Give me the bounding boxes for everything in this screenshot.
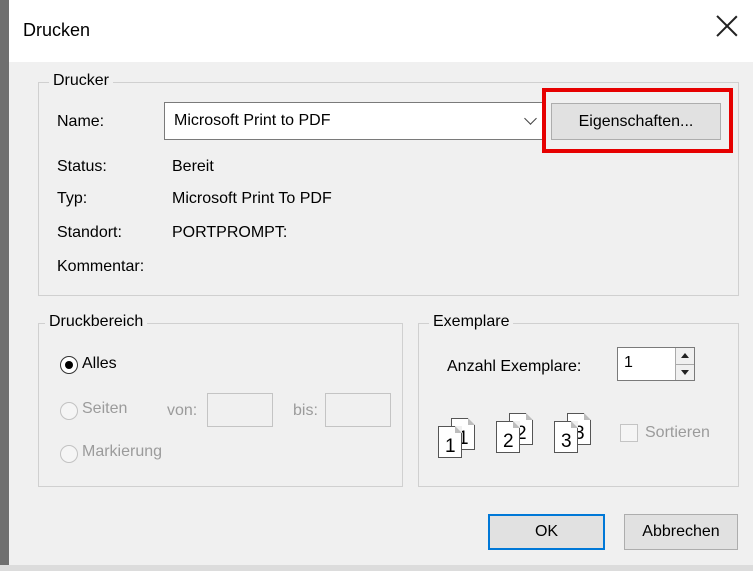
window-left-edge xyxy=(0,0,9,571)
window-title: Drucken xyxy=(23,20,91,40)
printer-group-label: Drucker xyxy=(49,72,114,90)
ok-button[interactable]: OK xyxy=(488,514,605,550)
copies-count-value: 1 xyxy=(624,354,633,371)
copies-count-stepper[interactable]: 1 xyxy=(617,347,695,381)
close-icon[interactable] xyxy=(715,14,739,38)
type-label: Typ: xyxy=(57,190,88,207)
to-input[interactable] xyxy=(325,393,391,427)
page-icon: 1 xyxy=(438,426,462,458)
page-number: 1 xyxy=(445,436,456,457)
title-bar: Drucken xyxy=(9,0,753,62)
print-dialog: Drucken Drucker Name: Microsoft Print to… xyxy=(0,0,753,571)
cancel-button[interactable]: Abbrechen xyxy=(624,514,738,550)
to-label: bis: xyxy=(293,402,318,419)
from-label: von: xyxy=(167,402,198,419)
status-value: Bereit xyxy=(172,158,214,175)
radio-all-label: Alles xyxy=(82,355,117,372)
comment-label: Kommentar: xyxy=(57,258,145,275)
collate-page-stack-2: 2 2 xyxy=(496,413,534,453)
cancel-button-label: Abbrechen xyxy=(642,523,720,540)
printer-name-select[interactable]: Microsoft Print to PDF xyxy=(164,102,546,140)
radio-selection[interactable] xyxy=(60,445,78,463)
radio-pages[interactable] xyxy=(60,402,78,420)
collate-page-stack-1: 1 1 xyxy=(438,418,476,458)
stepper-buttons xyxy=(675,348,694,380)
ok-button-label: OK xyxy=(534,523,559,540)
window-bottom-edge xyxy=(0,565,753,571)
printer-name-label: Name: xyxy=(57,113,105,130)
radio-selection-label: Markierung xyxy=(82,443,163,460)
location-label: Standort: xyxy=(57,224,122,241)
collate-page-stack-3: 3 3 xyxy=(554,413,592,453)
page-icon: 2 xyxy=(496,421,520,453)
page-number: 3 xyxy=(561,431,572,452)
collate-label: Sortieren xyxy=(645,424,710,441)
highlight-box xyxy=(542,88,733,153)
radio-pages-label: Seiten xyxy=(82,400,128,417)
page-number: 2 xyxy=(503,431,514,452)
copies-group-label: Exemplare xyxy=(429,313,514,331)
printer-name-value: Microsoft Print to PDF xyxy=(174,112,331,129)
location-value: PORTPROMPT: xyxy=(172,224,288,241)
copies-count-label: Anzahl Exemplare: xyxy=(447,358,582,375)
print-range-group-label: Druckbereich xyxy=(45,313,148,331)
type-value: Microsoft Print To PDF xyxy=(172,190,332,207)
status-label: Status: xyxy=(57,158,107,175)
radio-all[interactable] xyxy=(60,356,78,374)
spin-up-icon[interactable] xyxy=(676,348,694,364)
page-icon: 3 xyxy=(554,421,578,453)
collate-checkbox[interactable] xyxy=(620,424,638,442)
chevron-down-icon xyxy=(524,112,537,125)
from-input[interactable] xyxy=(207,393,273,427)
spin-down-icon[interactable] xyxy=(676,364,694,380)
